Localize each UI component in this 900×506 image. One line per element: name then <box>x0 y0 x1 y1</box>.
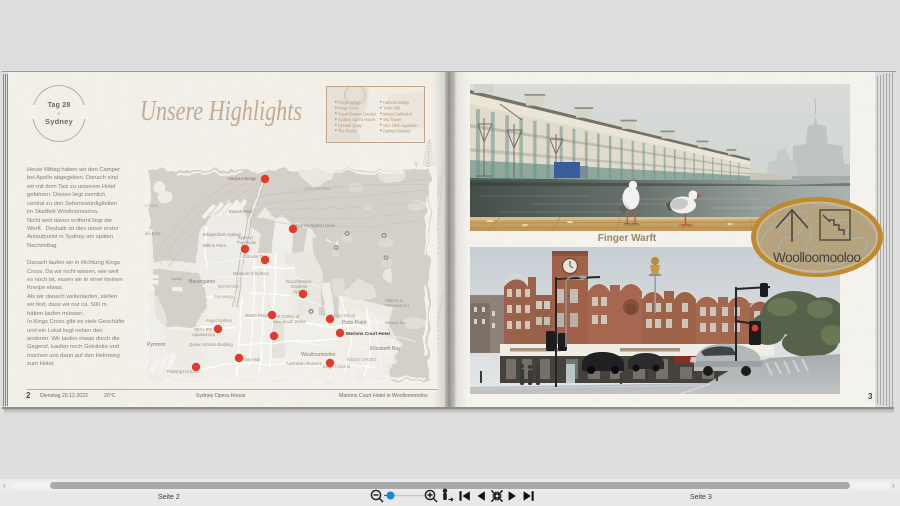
svg-text:SEA LIFE Aquarium: SEA LIFE Aquarium <box>383 123 418 128</box>
svg-text:The Rocks: The Rocks <box>338 129 357 134</box>
svg-text:Woolloomooloo: Woolloomooloo <box>301 352 336 358</box>
svg-text:Queen Victoria Building: Queen Victoria Building <box>189 342 233 347</box>
svg-text:Darling: Darling <box>171 277 182 281</box>
svg-text:Darling Harbour: Darling Harbour <box>383 129 411 134</box>
svg-text:Finger Wharf: Finger Wharf <box>331 313 356 318</box>
svg-text:Woolloomooloo: Woolloomooloo <box>773 250 861 265</box>
svg-text:Australian Museum: Australian Museum <box>286 361 322 366</box>
svg-text:Barangaroo: Barangaroo <box>189 279 215 285</box>
svg-text:Marions Court Hotel: Marions Court Hotel <box>346 331 390 336</box>
svg-text:Finger Wharf: Finger Wharf <box>338 100 361 105</box>
svg-text:Martin Place: Martin Place <box>245 313 269 318</box>
svg-text:Pyrmont(a): Pyrmont(a) <box>214 294 235 299</box>
svg-text:Kurraba Point: Kurraba Point <box>305 186 331 191</box>
svg-text:WYNYARD: WYNYARD <box>218 284 239 289</box>
svg-text:BridgeClimb Sydney: BridgeClimb Sydney <box>203 232 242 237</box>
svg-text:Elizabeth Bay: Elizabeth Bay <box>385 321 406 325</box>
svg-text:Harbour Bridge: Harbour Bridge <box>228 176 257 181</box>
svg-text:Sydney Opera House: Sydney Opera House <box>295 223 336 228</box>
svg-text:s Point: s Point <box>145 203 159 208</box>
svg-text:Angel Sydney: Angel Sydney <box>206 318 233 323</box>
svg-text:Kings Cross: Kings Cross <box>338 106 359 111</box>
svg-text:Aquarium(a): Aquarium(a) <box>192 332 216 337</box>
svg-text:Sky Tower: Sky Tower <box>383 117 402 122</box>
svg-text:Elizabeth Bay: Elizabeth Bay <box>370 346 401 352</box>
svg-text:Harbour Bridge: Harbour Bridge <box>383 100 410 105</box>
svg-text:Sydney Opera House: Sydney Opera House <box>338 117 376 122</box>
svg-text:KINGS CROSS: KINGS CROSS <box>347 357 376 362</box>
svg-text:New South Wales: New South Wales <box>273 319 306 324</box>
svg-text:Town Hall: Town Hall <box>383 106 400 111</box>
svg-text:Town Hall: Town Hall <box>242 357 260 362</box>
svg-text:Museum of Sydney: Museum of Sydney <box>233 271 270 276</box>
svg-text:The Rocks: The Rocks <box>236 240 256 245</box>
svg-text:Circular Quay: Circular Quay <box>338 123 363 128</box>
svg-text:ain East: ain East <box>145 231 161 236</box>
svg-text:Royal Botanic Garden: Royal Botanic Garden <box>338 111 377 116</box>
svg-text:Dawes Point: Dawes Point <box>229 209 253 214</box>
svg-text:Peninsula s.r.: Peninsula s.r. <box>385 303 410 308</box>
svg-text:Marys Cathedral: Marys Cathedral <box>383 111 412 116</box>
svg-text:Potts Point: Potts Point <box>342 320 367 326</box>
svg-text:Pyrmont: Pyrmont <box>147 342 166 348</box>
svg-text:Millers Point: Millers Point <box>203 243 227 248</box>
